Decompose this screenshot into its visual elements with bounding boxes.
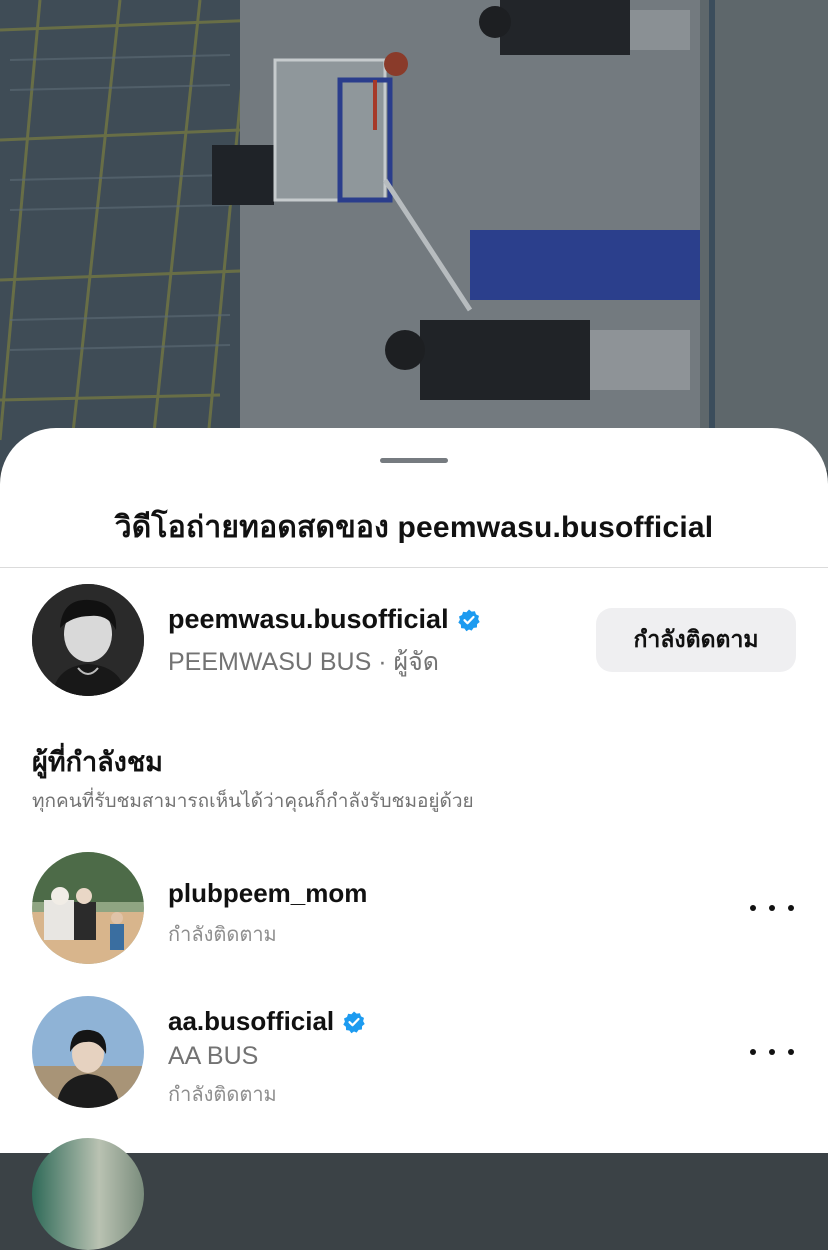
dot bbox=[788, 905, 794, 911]
viewer-username-row[interactable]: plubpeem_mom bbox=[168, 878, 367, 909]
sheet-title: วิดีโอถ่ายทอดสดของ peemwasu.busofficial bbox=[114, 511, 714, 544]
viewer-row[interactable]: aa.busofficial AA BUS กำลังติดตาม bbox=[0, 996, 828, 1116]
live-video-background bbox=[0, 0, 828, 470]
viewer-follow-status: กำลังติดตาม bbox=[168, 924, 277, 946]
host-username-row[interactable]: peemwasu.busofficial bbox=[168, 604, 481, 635]
viewers-heading: ผู้ที่กำลังชม bbox=[32, 747, 163, 777]
viewer-avatar[interactable] bbox=[32, 996, 144, 1108]
host-username[interactable]: peemwasu.busofficial bbox=[168, 604, 449, 635]
more-options-icon[interactable] bbox=[750, 893, 794, 923]
dot bbox=[769, 905, 775, 911]
title-divider bbox=[0, 567, 828, 568]
viewer-avatar[interactable] bbox=[32, 852, 144, 964]
dot bbox=[750, 905, 756, 911]
verified-badge-icon bbox=[343, 1011, 365, 1033]
viewer-full-name: AA BUS bbox=[168, 1042, 259, 1070]
viewer-follow-status: กำลังติดตาม bbox=[168, 1084, 277, 1106]
verified-badge-icon bbox=[457, 609, 480, 631]
live-viewers-sheet: วิดีโอถ่ายทอดสดของ peemwasu.busofficial … bbox=[0, 428, 828, 1250]
dot bbox=[750, 1049, 756, 1055]
viewer-row[interactable]: plubpeem_mom กำลังติดตาม bbox=[0, 852, 828, 972]
viewer-username-row[interactable]: aa.busofficial bbox=[168, 1006, 366, 1037]
viewer-username[interactable]: aa.busofficial bbox=[168, 1006, 334, 1037]
following-button[interactable]: กำลังติดตาม bbox=[596, 608, 796, 672]
dot bbox=[788, 1049, 794, 1055]
more-options-icon[interactable] bbox=[750, 1037, 794, 1067]
sheet-grabber-handle[interactable] bbox=[380, 458, 448, 463]
host-avatar[interactable] bbox=[32, 584, 144, 696]
viewer-avatar[interactable] bbox=[32, 1138, 144, 1250]
viewers-description: ทุกคนที่รับชมสามารถเห็นได้ว่าคุณก็กำลังร… bbox=[32, 791, 474, 812]
host-subtitle: PEEMWASU BUS · ผู้จัด bbox=[168, 648, 440, 676]
viewer-username[interactable]: plubpeem_mom bbox=[168, 878, 367, 909]
dot bbox=[769, 1049, 775, 1055]
